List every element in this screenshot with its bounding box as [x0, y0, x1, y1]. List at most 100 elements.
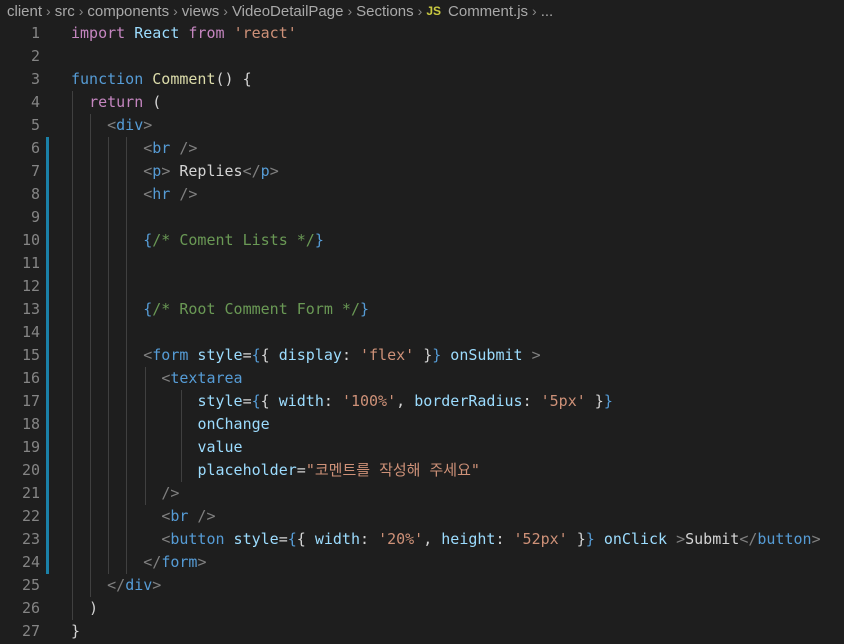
code-token: ( [143, 93, 162, 111]
line-number: 8 [30, 185, 40, 203]
line-number: 10 [21, 231, 40, 249]
line-number: 25 [21, 576, 40, 594]
code-token: = [296, 461, 306, 479]
code-text: value [71, 436, 242, 459]
code-token: </ [107, 576, 126, 594]
code-token: > [161, 162, 171, 180]
code-line[interactable]: 27} [0, 620, 844, 643]
code-token: } [585, 392, 604, 410]
breadcrumb: client › src › components › views › Vide… [0, 0, 844, 22]
line-number: 18 [21, 415, 40, 433]
code-line[interactable]: 11 [0, 252, 844, 275]
code-token: p [152, 162, 162, 180]
code-line[interactable]: 4 return ( [0, 91, 844, 114]
code-line[interactable]: 2 [0, 45, 844, 68]
code-token: borderRadius [414, 392, 523, 410]
code-line[interactable]: 24 </form> [0, 551, 844, 574]
code-line[interactable]: 22 <br /> [0, 505, 844, 528]
code-line[interactable]: 14 [0, 321, 844, 344]
breadcrumb-item-src[interactable]: src [55, 3, 75, 20]
code-token: < [143, 162, 153, 180]
code-line[interactable]: 23 <button style={{ width: '20%', height… [0, 528, 844, 551]
breadcrumb-item-views[interactable]: views [182, 3, 220, 20]
code-token: { [143, 300, 153, 318]
code-token: p [260, 162, 270, 180]
breadcrumb-ellipsis[interactable]: ... [541, 3, 554, 20]
line-number: 16 [21, 369, 40, 387]
code-token: br [152, 139, 171, 157]
code-line[interactable]: 13 {/* Root Comment Form */} [0, 298, 844, 321]
code-token: : [495, 530, 514, 548]
code-line[interactable]: 18 onChange [0, 413, 844, 436]
code-line[interactable]: 5 <div> [0, 114, 844, 137]
code-line[interactable]: 25 </div> [0, 574, 844, 597]
breadcrumb-item-components[interactable]: components [87, 3, 169, 20]
code-token: div [125, 576, 153, 594]
breadcrumb-item-videodetailpage[interactable]: VideoDetailPage [232, 3, 343, 20]
code-token: Comment [152, 70, 216, 88]
code-token: : [323, 392, 342, 410]
code-line[interactable]: 21 /> [0, 482, 844, 505]
code-token: 'flex' [360, 346, 415, 364]
code-token: '100%' [341, 392, 397, 410]
code-line[interactable]: 17 style={{ width: '100%', borderRadius:… [0, 390, 844, 413]
code-token: < [143, 346, 153, 364]
chevron-right-icon: › [78, 3, 84, 19]
code-line[interactable]: 6 <br /> [0, 137, 844, 160]
code-token: </ [242, 162, 261, 180]
code-line[interactable]: 8 <hr /> [0, 183, 844, 206]
code-line[interactable]: 10 {/* Coment Lists */} [0, 229, 844, 252]
code-token: { [251, 346, 261, 364]
code-text: </div> [71, 574, 161, 597]
breadcrumb-item-client[interactable]: client [7, 3, 42, 20]
code-line[interactable]: 20 placeholder="코멘트를 작성해 주세요" [0, 459, 844, 482]
code-token: < [107, 116, 117, 134]
code-editor[interactable]: 1 import React from 'react' 2 3 function Com… [0, 22, 844, 644]
code-token: display [278, 346, 342, 364]
code-line[interactable]: 19 value [0, 436, 844, 459]
breadcrumb-item-sections[interactable]: Sections [356, 3, 414, 20]
code-line[interactable]: 3 function Comment() { [0, 68, 844, 91]
code-token: : [360, 530, 379, 548]
code-token: React [125, 24, 189, 42]
line-number: 26 [21, 599, 40, 617]
chevron-right-icon: › [173, 3, 178, 19]
chevron-right-icon: › [532, 3, 537, 19]
line-number: 1 [30, 24, 40, 42]
code-token: /> [170, 139, 198, 157]
code-line[interactable]: 15 <form style={{ display: 'flex' }} onS… [0, 344, 844, 367]
javascript-file-icon: JS [426, 4, 442, 18]
line-number: 24 [21, 553, 40, 571]
code-text: return ( [71, 91, 161, 114]
code-line[interactable]: 1 import React from 'react' [0, 22, 844, 45]
code-line[interactable]: 7 <p> Replies</p> [0, 160, 844, 183]
code-text: placeholder="코멘트를 작성해 주세요" [71, 459, 480, 482]
code-token: { [251, 392, 261, 410]
code-token: } [567, 530, 586, 548]
line-number: 4 [30, 93, 40, 111]
code-line[interactable]: 9 [0, 206, 844, 229]
line-number: 19 [21, 438, 40, 456]
code-text: ) [71, 597, 98, 620]
code-token: : [522, 392, 541, 410]
code-token: ) [71, 599, 99, 617]
line-number: 17 [21, 392, 40, 410]
code-token: > [667, 530, 686, 548]
code-line[interactable]: 12 [0, 275, 844, 298]
code-line[interactable]: 16 <textarea [0, 367, 844, 390]
code-token: = [242, 392, 252, 410]
code-line[interactable]: 26 ) [0, 597, 844, 620]
line-number: 3 [30, 70, 40, 88]
code-token: /* Root Comment Form */ [152, 300, 360, 318]
code-text: } [71, 620, 80, 643]
breadcrumb-item-file[interactable]: Comment.js [448, 3, 528, 20]
code-token: Replies [170, 162, 243, 180]
line-number: 2 [30, 47, 40, 65]
code-token: style [188, 346, 243, 364]
